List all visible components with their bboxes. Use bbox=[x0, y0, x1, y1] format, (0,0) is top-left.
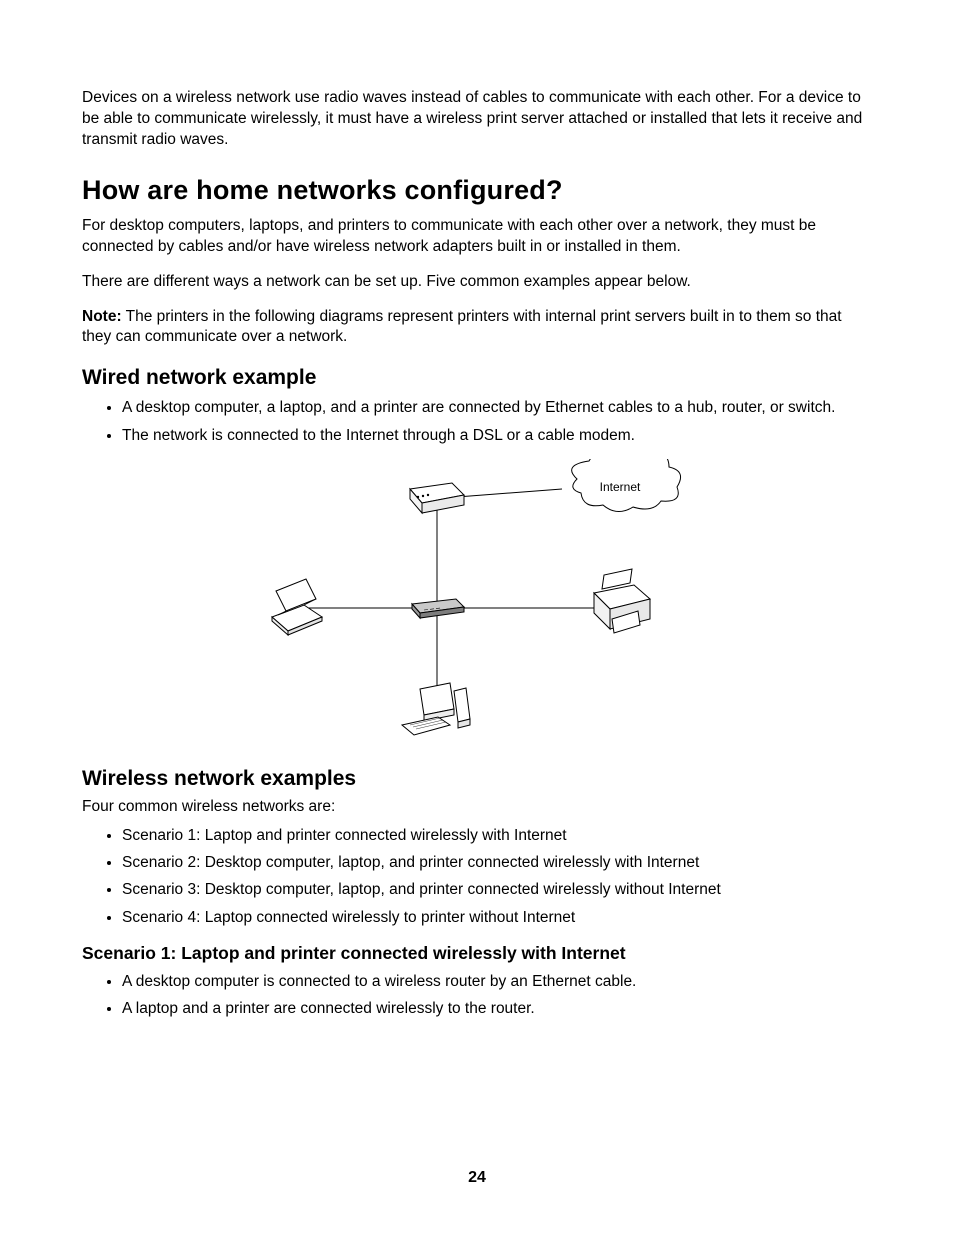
desktop-icon bbox=[402, 683, 470, 735]
wired-network-diagram: Internet bbox=[242, 459, 712, 749]
list-item: A desktop computer, a laptop, and a prin… bbox=[122, 396, 872, 419]
list-item: A laptop and a printer are connected wir… bbox=[122, 997, 872, 1020]
printer-icon bbox=[594, 569, 650, 633]
laptop-icon bbox=[272, 579, 322, 635]
internet-cloud-icon: Internet bbox=[572, 459, 681, 512]
list-item: Scenario 2: Desktop computer, laptop, an… bbox=[122, 851, 872, 874]
list-item: Scenario 3: Desktop computer, laptop, an… bbox=[122, 878, 872, 901]
list-item: The network is connected to the Internet… bbox=[122, 424, 872, 447]
list-item: A desktop computer is connected to a wir… bbox=[122, 970, 872, 993]
switch-icon bbox=[412, 599, 464, 618]
paragraph-1: For desktop computers, laptops, and prin… bbox=[82, 216, 872, 258]
wired-bullet-list: A desktop computer, a laptop, and a prin… bbox=[82, 396, 872, 447]
paragraph-2: There are different ways a network can b… bbox=[82, 272, 872, 293]
heading-wireless-examples: Wireless network examples bbox=[82, 767, 872, 791]
note-paragraph: Note: The printers in the following diag… bbox=[82, 307, 872, 349]
heading-wired-example: Wired network example bbox=[82, 366, 872, 390]
note-text: The printers in the following diagrams r… bbox=[82, 308, 842, 346]
wireless-intro: Four common wireless networks are: bbox=[82, 797, 872, 818]
note-label: Note: bbox=[82, 308, 122, 325]
list-item: Scenario 1: Laptop and printer connected… bbox=[122, 824, 872, 847]
internet-label: Internet bbox=[600, 480, 641, 494]
heading-how-configured: How are home networks configured? bbox=[82, 175, 872, 206]
document-page: Devices on a wireless network use radio … bbox=[0, 0, 954, 1235]
page-number: 24 bbox=[0, 1169, 954, 1187]
heading-scenario-1: Scenario 1: Laptop and printer connected… bbox=[82, 943, 872, 964]
modem-icon bbox=[410, 483, 464, 513]
intro-paragraph: Devices on a wireless network use radio … bbox=[82, 88, 872, 151]
scenario1-bullet-list: A desktop computer is connected to a wir… bbox=[82, 970, 872, 1021]
wireless-bullet-list: Scenario 1: Laptop and printer connected… bbox=[82, 824, 872, 929]
list-item: Scenario 4: Laptop connected wirelessly … bbox=[122, 906, 872, 929]
